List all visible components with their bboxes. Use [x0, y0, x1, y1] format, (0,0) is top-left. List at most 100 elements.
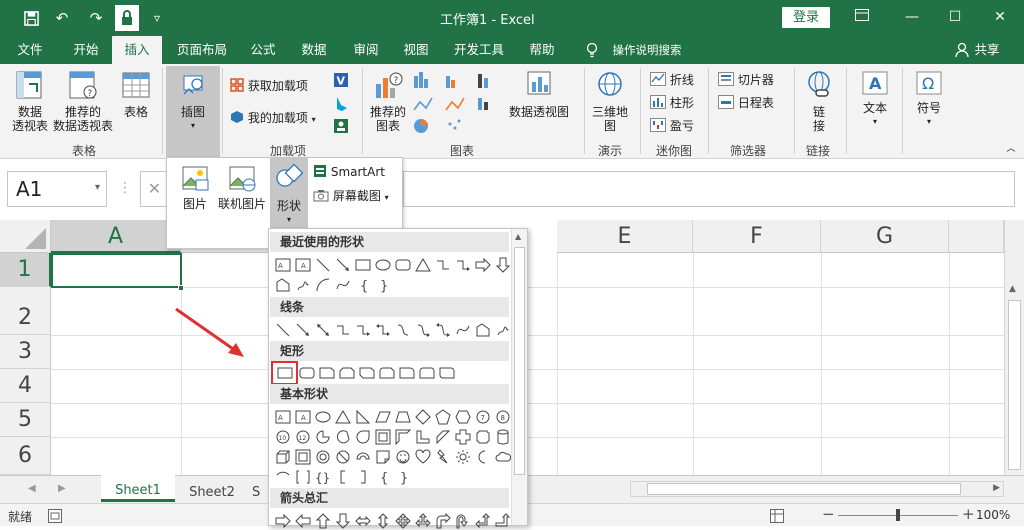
shape-pentagon[interactable]: [433, 407, 452, 426]
3d-map-button[interactable]: 三维地 图: [588, 70, 632, 133]
shape-right-bracket[interactable]: [353, 467, 372, 486]
shape-left-brace[interactable]: {: [373, 467, 392, 486]
active-cell-a1[interactable]: [51, 253, 182, 288]
shape-arrow-line[interactable]: [333, 255, 352, 274]
shape-round-single-corner[interactable]: [397, 363, 416, 382]
shape-curved-double-arrow[interactable]: [433, 320, 452, 339]
shape-can[interactable]: [493, 427, 512, 446]
pivot-table-button[interactable]: 数据 透视表: [8, 70, 52, 133]
shape-line[interactable]: [273, 320, 292, 339]
shape-diagonal-stripe[interactable]: [433, 427, 452, 446]
shape-dodecagon[interactable]: 12: [293, 427, 312, 446]
tab-data[interactable]: 数据: [292, 36, 336, 64]
shape-sun[interactable]: [453, 447, 472, 466]
text-button[interactable]: A 文本 ▾: [856, 70, 894, 129]
tab-insert[interactable]: 插入: [112, 36, 162, 64]
row-header-2[interactable]: 2: [0, 287, 51, 335]
scroll-right-icon[interactable]: ▶: [993, 483, 1000, 493]
illustrations-button[interactable]: 插图 ▾: [166, 66, 220, 158]
close-button[interactable]: ✕: [980, 4, 1020, 30]
shape-freeform[interactable]: [473, 320, 492, 339]
recommended-charts-button[interactable]: ? 推荐的 图表: [366, 70, 410, 133]
column-header-f[interactable]: F: [693, 220, 821, 253]
shape-bent-up-arrow[interactable]: [493, 511, 512, 530]
shape-triangle[interactable]: [333, 407, 352, 426]
shape-cube[interactable]: [273, 447, 292, 466]
shape-oval[interactable]: [373, 255, 392, 274]
shape-down-arrow[interactable]: [493, 255, 512, 274]
macro-record-icon[interactable]: [48, 509, 62, 523]
row-header-4[interactable]: 4: [0, 369, 51, 403]
minimize-button[interactable]: —: [892, 4, 932, 30]
shape-scribble[interactable]: [293, 275, 312, 294]
shape-right-triangle[interactable]: [353, 407, 372, 426]
shape-donut[interactable]: [313, 447, 332, 466]
shape-elbow-arrow[interactable]: [453, 255, 472, 274]
gallery-scroll-thumb[interactable]: [514, 247, 525, 475]
table-button[interactable]: 表格: [118, 70, 154, 119]
shape-textbox[interactable]: A: [273, 255, 292, 274]
sheet-next-icon[interactable]: ▶: [58, 483, 66, 494]
symbol-button[interactable]: Ω 符号 ▾: [910, 70, 948, 129]
shape-octagon[interactable]: 8: [493, 407, 512, 426]
chart-type-gallery[interactable]: [412, 70, 506, 140]
vertical-scrollbar[interactable]: ▲: [1004, 220, 1024, 475]
get-addins-button[interactable]: 获取加载项: [230, 78, 320, 93]
tab-formulas[interactable]: 公式: [242, 36, 284, 64]
shape-parallelogram[interactable]: [373, 407, 392, 426]
zoom-slider-thumb[interactable]: [896, 509, 900, 521]
shape-curve[interactable]: [453, 320, 472, 339]
horizontal-scrollbar[interactable]: ▶: [630, 481, 1004, 497]
timeline-button[interactable]: 日程表: [718, 95, 782, 110]
name-box[interactable]: A1 ▾: [7, 171, 107, 207]
shape-pie[interactable]: [313, 427, 332, 446]
shape-rectangle-highlighted[interactable]: [271, 361, 298, 385]
shape-folded-corner[interactable]: [373, 447, 392, 466]
shape-scribble[interactable]: [493, 320, 512, 339]
shape-heptagon[interactable]: 7: [473, 407, 492, 426]
shape-snip-diagonal[interactable]: [357, 363, 376, 382]
shape-vertical-textbox[interactable]: A: [293, 255, 312, 274]
shape-up-down-arrow[interactable]: [373, 511, 392, 530]
shape-right-brace[interactable]: }: [393, 467, 412, 486]
shape-double-bracket[interactable]: [293, 467, 312, 486]
shape-heart[interactable]: [413, 447, 432, 466]
shape-half-frame[interactable]: [393, 427, 412, 446]
shape-frame[interactable]: [373, 427, 392, 446]
tab-help[interactable]: 帮助: [520, 36, 564, 64]
tab-developer[interactable]: 开发工具: [446, 36, 512, 64]
shape-snip-same-side[interactable]: [337, 363, 356, 382]
tab-home[interactable]: 开始: [62, 36, 110, 64]
shape-cloud[interactable]: [493, 447, 512, 466]
shape-rounded-rectangle[interactable]: [297, 363, 316, 382]
shape-double-arrow-line[interactable]: [313, 320, 332, 339]
shape-left-brace[interactable]: {: [353, 275, 372, 294]
tab-file[interactable]: 文件: [8, 36, 52, 64]
gallery-scrollbar[interactable]: ▲: [511, 229, 527, 525]
lock-icon[interactable]: [115, 5, 139, 31]
shape-curved-arrow[interactable]: [413, 320, 432, 339]
shape-arc[interactable]: [313, 275, 332, 294]
shape-elbow-double-arrow[interactable]: [373, 320, 392, 339]
shape-up-arrow[interactable]: [313, 511, 332, 530]
shape-moon[interactable]: [473, 447, 492, 466]
shape-right-arrow[interactable]: [473, 255, 492, 274]
shape-elbow-connector[interactable]: [433, 255, 452, 274]
collapse-ribbon-icon[interactable]: ︿: [1004, 142, 1018, 156]
visio-icon[interactable]: V: [332, 72, 350, 91]
picture-button[interactable]: 图片: [175, 164, 215, 211]
tab-view[interactable]: 视图: [396, 36, 436, 64]
shape-cross[interactable]: [453, 427, 472, 446]
zoom-level[interactable]: 100%: [976, 508, 1010, 522]
shape-hexagon[interactable]: [453, 407, 472, 426]
shape-u-turn-arrow[interactable]: [453, 511, 472, 530]
shape-left-right-up-arrow[interactable]: [413, 511, 432, 530]
shape-bent-arrow[interactable]: [433, 511, 452, 530]
chevron-down-icon[interactable]: ▾: [95, 182, 100, 193]
screenshot-button[interactable]: 屏幕截图 ▾: [313, 188, 399, 205]
shape-lightning-bolt[interactable]: [433, 447, 452, 466]
scroll-up-icon[interactable]: ▲: [515, 232, 521, 241]
sparkline-column-button[interactable]: 柱形: [650, 95, 700, 110]
people-graph-icon[interactable]: [332, 118, 350, 137]
sheet-tab-2[interactable]: Sheet2: [178, 478, 246, 502]
